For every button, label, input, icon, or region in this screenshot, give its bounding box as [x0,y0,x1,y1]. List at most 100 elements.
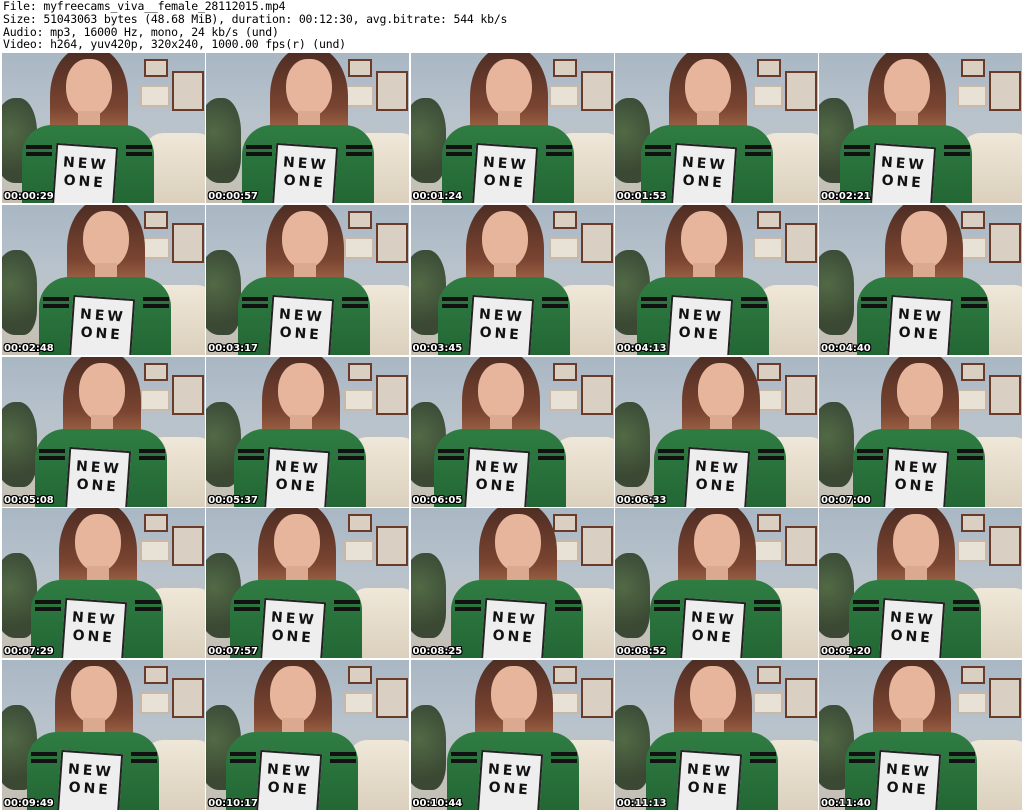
video-frame-thumbnail: NEW ONE 00:11:40 [819,660,1022,810]
timestamp-label: 00:02:21 [821,191,871,202]
video-frame-thumbnail: NEW ONE 00:06:33 [614,356,818,507]
sleeve-stripe [39,448,65,453]
shirt-print-line-2: ONE [275,476,319,495]
sleeve-stripe [131,752,157,756]
sleeve-stripe [454,600,481,605]
video-frame-thumbnail: NEW ONE 00:10:17 [206,660,410,810]
face [689,666,736,724]
sleeve-stripe [857,448,883,453]
sleeve-stripe [445,145,472,149]
video-frame-thumbnail: NEW ONE 00:09:20 [819,508,1022,659]
shirt-print: NEW ONE [463,446,530,507]
shirt-print-line-2: ONE [482,172,526,192]
face [490,666,537,724]
face [485,59,532,117]
timestamp-label: 00:01:24 [412,191,463,202]
sleeve-stripe [334,600,361,605]
sleeve-stripe [844,145,870,149]
sleeve-stripe [740,296,767,301]
shirt-print-line-1: NEW [274,457,322,478]
sleeve-stripe [957,448,983,453]
sleeve-stripe [238,448,265,453]
sleeve-stripe [346,145,373,149]
sleeve-stripe [126,145,152,149]
timestamp-label: 00:07:57 [208,646,258,658]
shirt-print: NEW ONE [272,142,339,203]
sleeve-stripe [757,448,784,453]
shirt-print-line-2: ONE [487,779,531,799]
timestamp-label: 00:04:13 [616,342,667,354]
face [282,210,329,269]
shirt-print: NEW ONE [670,142,737,203]
face [884,59,930,117]
timestamp-label: 00:11:40 [821,798,871,809]
sleeve-stripe [649,752,676,756]
face [889,666,935,724]
shirt-print-line-2: ONE [491,627,535,647]
face [893,514,939,573]
shirt-print-line-2: ONE [478,324,522,344]
shirt-print: NEW ONE [68,294,136,355]
video-frame-thumbnail: NEW ONE 00:05:08 [2,356,205,507]
face [481,210,528,269]
timestamp-label: 00:10:44 [412,798,463,809]
face [79,362,125,421]
video-frame-thumbnail: NEW ONE 00:07:00 [819,356,1022,507]
shirt-print-line-2: ONE [68,779,112,799]
face [697,362,744,421]
shirt-print: NEW ONE [675,749,742,810]
sleeve-stripe [949,752,975,756]
sleeve-stripe [242,296,269,301]
sleeve-stripe [753,600,780,605]
shirt-print: NEW ONE [56,749,124,810]
sleeve-stripe [342,296,369,301]
video-frame-thumbnail: NEW ONE 00:10:44 [410,660,614,810]
sleeve-stripe [861,296,887,301]
timestamp-label: 00:01:53 [616,191,667,202]
shirt-print: NEW ONE [268,294,335,355]
sleeve-stripe [437,448,464,453]
shirt-print-line-2: ONE [881,172,925,192]
video-frame-thumbnail: NEW ONE 00:06:05 [410,356,614,507]
shirt-print-line-2: ONE [890,627,934,647]
sleeve-stripe [330,752,357,756]
shirt-print-line-2: ONE [677,324,722,344]
sleeve-stripe [944,145,970,149]
sleeve-stripe [537,448,564,453]
video-frame-thumbnail: NEW ONE 00:04:13 [614,204,818,355]
sleeve-stripe [541,296,568,301]
video-frame-thumbnail: NEW ONE 00:11:13 [614,660,818,810]
timestamp-label: 00:07:00 [821,494,871,506]
shirt-print: NEW ONE [878,598,946,659]
face [286,59,333,117]
sleeve-stripe [653,600,680,605]
video-frame-thumbnail: NEW ONE 00:05:37 [206,356,410,507]
timestamp-label: 00:09:49 [4,798,54,809]
sleeve-stripe [246,145,273,149]
shirt-print: NEW ONE [666,294,733,355]
timestamp-label: 00:03:45 [412,342,463,354]
file-name-line: File: myfreecams_viva__female_28112015.m… [3,0,286,13]
video-frame-thumbnail: NEW ONE 00:02:21 [819,53,1022,203]
video-frame-thumbnail: NEW ONE 00:04:40 [819,204,1022,355]
sleeve-stripe [450,752,477,756]
sleeve-stripe [749,752,776,756]
video-frame-thumbnail: NEW ONE 00:00:57 [206,53,410,203]
shirt-print: NEW ONE [51,142,119,203]
shirt-print-line-2: ONE [279,324,323,344]
shirt-print: NEW ONE [256,749,323,810]
sleeve-stripe [545,145,572,149]
face [278,362,325,421]
shirt-print-line-2: ONE [80,324,124,344]
shirt-print: NEW ONE [882,446,950,507]
video-frame-thumbnail: NEW ONE 00:03:45 [410,204,614,355]
timestamp-label: 00:00:29 [4,191,54,202]
shirt-print-line-2: ONE [72,627,116,647]
shirt-print-line-2: ONE [681,172,726,192]
face [897,362,943,421]
shirt-print: NEW ONE [683,446,750,507]
sleeve-stripe [230,752,257,756]
shirt-print-line-2: ONE [271,627,315,647]
face [684,59,731,117]
file-info-header: File: myfreecams_viva__female_28112015.m… [3,0,507,51]
